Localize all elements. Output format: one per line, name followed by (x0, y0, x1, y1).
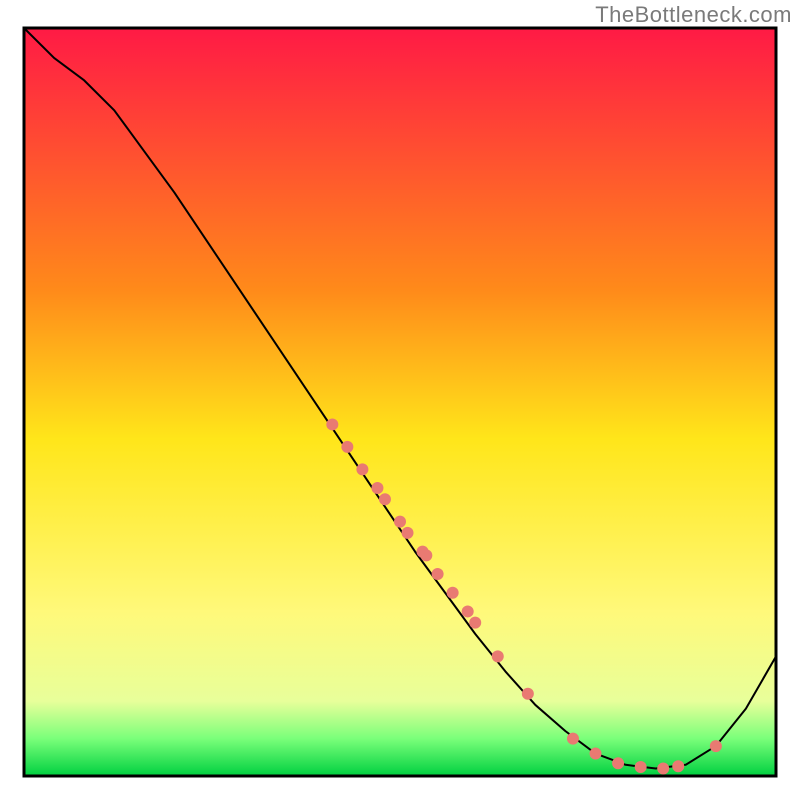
data-point (522, 688, 534, 700)
data-point (420, 549, 432, 561)
data-point (657, 763, 669, 775)
data-point (371, 482, 383, 494)
data-point (635, 761, 647, 773)
data-point (356, 463, 368, 475)
bottleneck-chart (0, 0, 800, 800)
data-point (612, 757, 624, 769)
data-point (432, 568, 444, 580)
data-point (379, 493, 391, 505)
data-point (492, 650, 504, 662)
data-point (710, 740, 722, 752)
data-point (402, 527, 414, 539)
data-point (394, 516, 406, 528)
data-point (590, 748, 602, 760)
data-point (326, 418, 338, 430)
data-point (341, 441, 353, 453)
data-point (567, 733, 579, 745)
data-point (672, 760, 684, 772)
data-point (462, 605, 474, 617)
data-point (469, 617, 481, 629)
watermark-text: TheBottleneck.com (595, 2, 792, 28)
chart-container: TheBottleneck.com (0, 0, 800, 800)
data-point (447, 587, 459, 599)
